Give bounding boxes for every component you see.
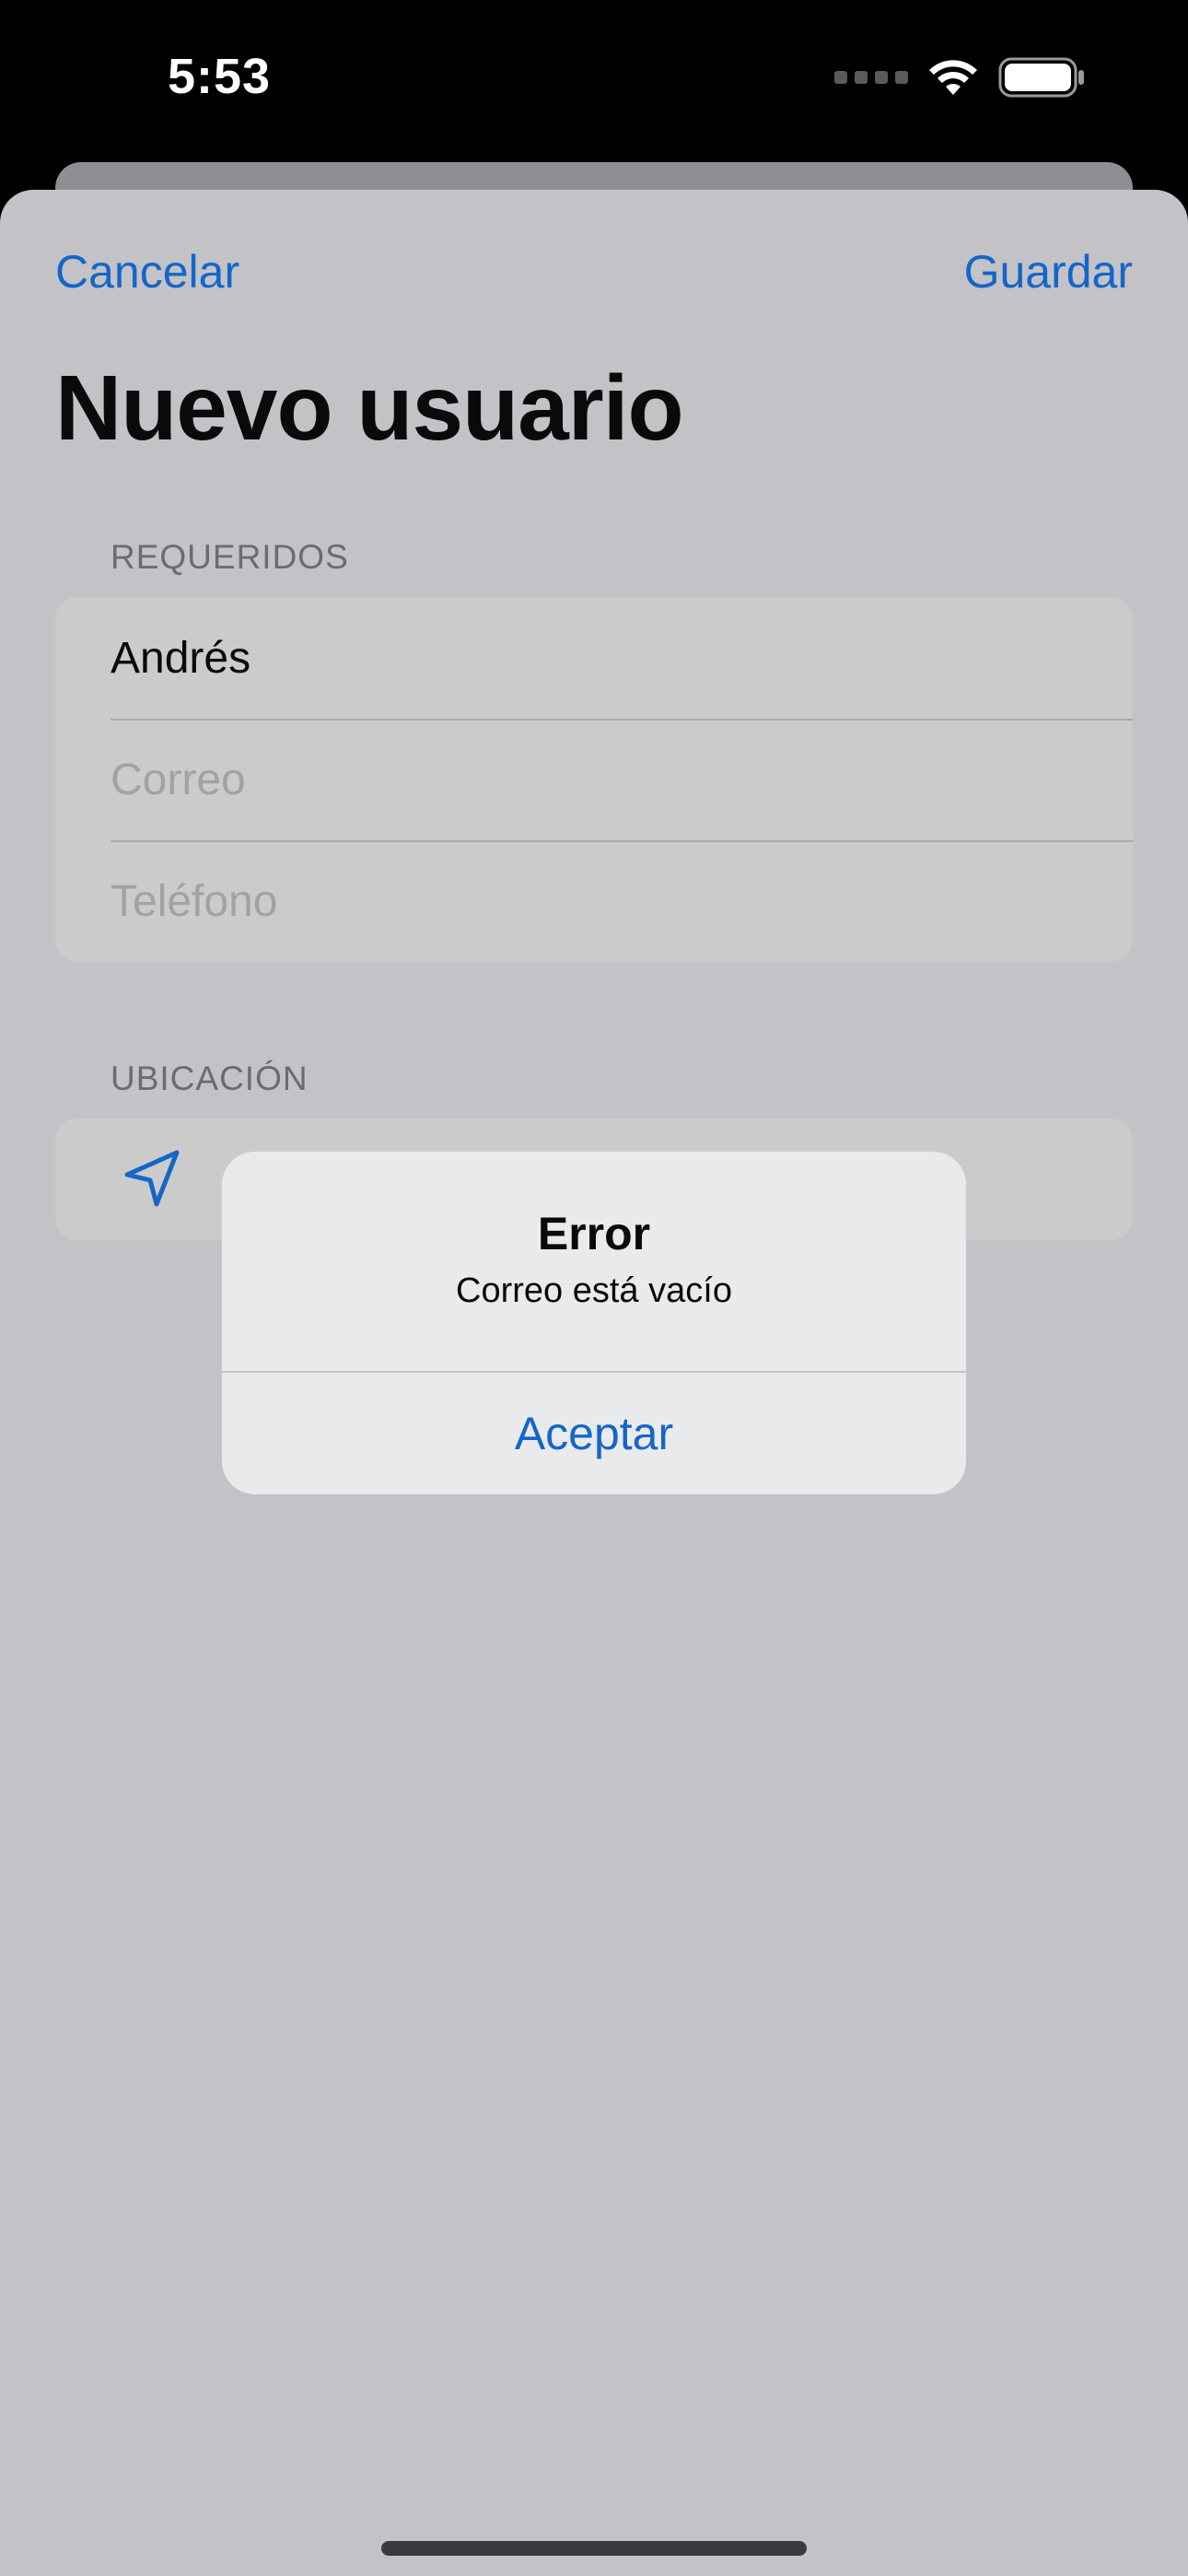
cellular-signal-icon: [834, 71, 908, 84]
error-alert: Error Correo está vacío Aceptar: [222, 1152, 966, 1494]
phone-field[interactable]: Teléfono: [55, 840, 1133, 962]
email-field-placeholder: Correo: [111, 755, 246, 804]
name-field-value: Andrés: [111, 633, 251, 683]
status-icons: [834, 57, 1087, 98]
status-bar: 5:53: [0, 0, 1188, 166]
email-field[interactable]: Correo: [55, 719, 1133, 840]
phone-field-placeholder: Teléfono: [111, 876, 278, 926]
alert-title: Error: [537, 1208, 651, 1259]
section-header-location: UBICACIÓN: [111, 1060, 309, 1097]
page-title: Nuevo usuario: [55, 357, 684, 460]
home-indicator[interactable]: [381, 2541, 807, 2556]
name-field[interactable]: Andrés: [55, 597, 1133, 719]
cancel-button[interactable]: Cancelar: [55, 245, 239, 299]
required-fields-group: Andrés Correo Teléfono: [55, 597, 1133, 962]
battery-icon: [998, 57, 1084, 98]
location-arrow-icon: [124, 1150, 180, 1207]
section-header-required: REQUERIDOS: [111, 538, 349, 576]
status-time: 5:53: [168, 49, 272, 104]
save-button[interactable]: Guardar: [964, 245, 1133, 299]
wifi-icon: [929, 60, 977, 95]
alert-message: Correo está vacío: [456, 1271, 732, 1310]
screen: 5:53 Cancelar Guardar Nuevo usuario REQU…: [0, 0, 1188, 2576]
accept-button[interactable]: Aceptar: [222, 1373, 966, 1494]
